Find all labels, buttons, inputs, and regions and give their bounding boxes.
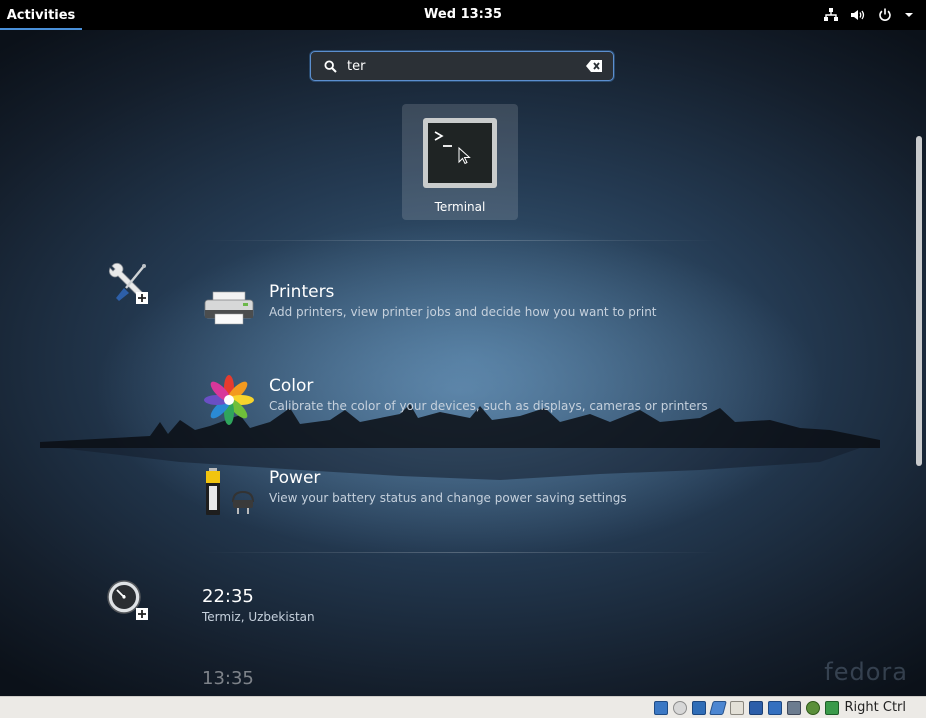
separator	[200, 240, 720, 241]
shared-folders-icon[interactable]	[729, 700, 744, 715]
clock-result[interactable]: 13:35	[202, 668, 254, 689]
volume-icon[interactable]	[850, 0, 866, 30]
app-result-terminal[interactable]: Terminal	[402, 104, 518, 220]
host-key-label: Right Ctrl	[844, 700, 907, 715]
mouse-integration-icon[interactable]	[824, 700, 839, 715]
clock-button[interactable]: Wed 13:35	[363, 0, 563, 30]
app-label: Terminal	[434, 200, 486, 214]
result-title: Power	[269, 468, 321, 488]
system-tray[interactable]	[824, 0, 914, 30]
usb-icon[interactable]	[708, 700, 727, 715]
audio-icon[interactable]	[691, 700, 706, 715]
result-description: View your battery status and change powe…	[269, 491, 627, 505]
optical-drive-icon[interactable]	[672, 700, 687, 715]
result-color[interactable]: Color Calibrate the color of your device…	[203, 374, 708, 426]
clocks-icon[interactable]	[106, 578, 148, 624]
terminal-icon	[423, 118, 497, 188]
network-icon[interactable]	[824, 0, 838, 30]
vm-status-bar: Right Ctrl	[0, 696, 926, 718]
fedora-watermark: fedora	[824, 658, 908, 686]
cpu-icon[interactable]	[805, 700, 820, 715]
result-description: Calibrate the color of your devices, suc…	[269, 399, 708, 413]
activities-overview: fedora Terminal	[0, 30, 926, 696]
clock-time: 22:35	[202, 586, 254, 607]
search-input[interactable]	[343, 53, 581, 79]
search-icon	[317, 59, 343, 73]
clock-place: Termiz, Uzbekistan	[202, 610, 315, 624]
scrollbar[interactable]	[916, 136, 922, 466]
dropdown-icon[interactable]	[904, 0, 914, 30]
result-description: Add printers, view printer jobs and deci…	[269, 305, 657, 319]
clock-time: 13:35	[202, 668, 254, 689]
search-entry[interactable]	[310, 51, 614, 81]
printer-icon	[204, 291, 254, 325]
network-adapter-icon[interactable]	[767, 700, 782, 715]
result-printers[interactable]: Printers Add printers, view printer jobs…	[203, 280, 657, 332]
result-power[interactable]: Power View your battery status and chang…	[203, 466, 627, 518]
power-icon[interactable]	[878, 0, 892, 30]
clock-result[interactable]: 22:35 Termiz, Uzbekistan	[202, 586, 315, 624]
top-bar: Activities Wed 13:35	[0, 0, 926, 30]
activities-button[interactable]: Activities	[0, 0, 82, 30]
color-icon	[204, 375, 254, 425]
result-title: Color	[269, 376, 314, 396]
hard-disk-icon[interactable]	[653, 700, 668, 715]
battery-icon	[206, 468, 254, 515]
recording-icon[interactable]	[786, 700, 801, 715]
display-icon[interactable]	[748, 700, 763, 715]
clear-icon[interactable]	[581, 60, 607, 72]
separator	[200, 552, 720, 553]
result-title: Printers	[269, 282, 335, 302]
settings-tools-icon[interactable]	[106, 262, 148, 308]
